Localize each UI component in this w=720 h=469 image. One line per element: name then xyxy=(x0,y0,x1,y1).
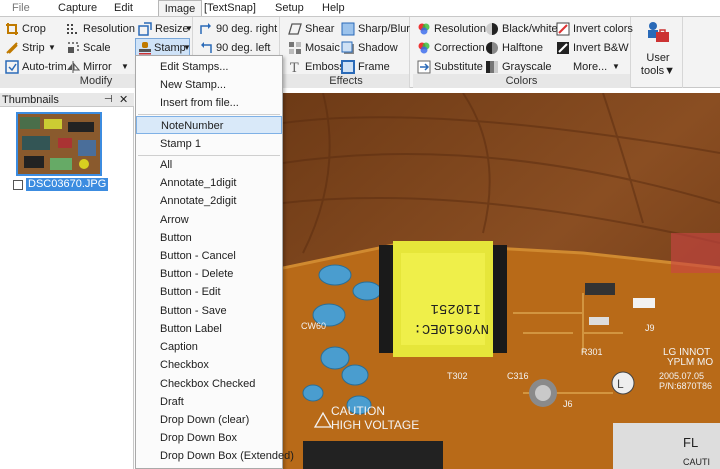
stamp-item[interactable]: Button - Edit xyxy=(136,283,282,301)
toolbox-icon xyxy=(648,22,669,42)
date-code: 2005.07.05 xyxy=(659,371,704,381)
sharp-blur-icon xyxy=(341,22,355,36)
stamp-icon xyxy=(139,42,151,55)
invert-bw-icon xyxy=(557,42,569,54)
auto-trim-icon xyxy=(5,60,19,74)
colors-group: Resolution Black/white Invert colors Cor… xyxy=(413,17,633,88)
stamp-item[interactable]: Button xyxy=(136,229,282,247)
stamp-item[interactable]: Annotate_2digit xyxy=(136,192,282,210)
resolution-icon xyxy=(67,24,77,34)
transformer-label-1: I10251 xyxy=(431,300,481,316)
stamp-item[interactable]: Arrow xyxy=(136,211,282,229)
stamp-item[interactable]: Draft xyxy=(136,393,282,411)
high-voltage-label: HIGH VOLTAGE xyxy=(331,418,419,432)
new-stamp-item[interactable]: New Stamp... xyxy=(136,76,282,94)
color-wheel-icon xyxy=(418,23,430,35)
thumbnail-filename[interactable]: DSC03670.JPG xyxy=(26,178,109,191)
insert-from-file-item[interactable]: Insert from file... xyxy=(136,94,282,112)
lg-label-2: YPLM MO xyxy=(667,357,713,368)
ribbon: Crop Resolution Resize ▼ Strip ▼ Scale Sta… xyxy=(0,16,720,88)
color-correction-icon xyxy=(418,42,430,54)
thumbnails-header: Thumbnails ⊣ ✕ xyxy=(0,93,134,107)
thumbnail-image[interactable] xyxy=(16,112,102,176)
cauti-label: CAUTI xyxy=(683,457,710,467)
tab-image[interactable]: Image xyxy=(158,0,202,16)
colors-group-label: Colors xyxy=(413,74,630,88)
stamp-item[interactable]: Drop Down Box (Extended) xyxy=(136,447,294,465)
user-tools-button[interactable]: User tools▼ xyxy=(633,17,683,88)
ref-j6: J6 xyxy=(563,399,573,409)
stamp-item[interactable]: Checkbox Checked xyxy=(136,375,282,393)
stamp-item-all[interactable]: All xyxy=(136,156,282,174)
user-tools-label: User tools▼ xyxy=(640,52,676,77)
crop-icon xyxy=(6,23,18,35)
tab-file[interactable]: File xyxy=(12,0,30,16)
frame-icon xyxy=(341,60,355,74)
stamp-dropdown-menu: Edit Stamps... New Stamp... Insert from … xyxy=(135,55,294,469)
rotate-left-icon xyxy=(201,42,212,53)
thumbnail-picture xyxy=(18,114,100,174)
transformer-label-2: NY0610EC: xyxy=(413,320,489,336)
menu-divider xyxy=(138,114,280,115)
svg-text:L: L xyxy=(617,377,624,391)
stamp-item[interactable]: Checkbox xyxy=(136,356,282,374)
caution-label: CAUTION xyxy=(331,404,385,418)
ref-r301: R301 xyxy=(581,347,603,357)
stamp-item[interactable]: Caption xyxy=(136,338,282,356)
stamp-item[interactable]: Button - Save xyxy=(136,302,282,320)
stamp-item[interactable]: Drop Down Box xyxy=(136,429,282,447)
black-white-icon xyxy=(486,23,498,35)
ref-c316: C316 xyxy=(507,371,529,381)
tab-capture[interactable]: Capture xyxy=(58,0,97,16)
image-canvas[interactable]: I10251 NY0610EC: L CW60 T302 C316 J6 J9 … xyxy=(283,93,720,469)
stamp-item[interactable]: Annotate_1digit xyxy=(136,174,282,192)
mirror-icon xyxy=(67,61,80,73)
effects-group: Shear Sharp/Blur Mosaic Shadow T Emboss … xyxy=(283,17,410,88)
part-number: P/N:6870T86 xyxy=(659,381,712,391)
tab-textsnap[interactable]: [TextSnap] xyxy=(204,0,256,16)
close-icon[interactable]: ✕ xyxy=(119,93,128,107)
mosaic-icon xyxy=(289,42,301,54)
tab-setup[interactable]: Setup xyxy=(275,0,304,16)
edit-stamps-item[interactable]: Edit Stamps... xyxy=(136,58,282,76)
stamp-item[interactable]: Drop Down (clear) xyxy=(136,411,282,429)
chevron-down-icon: ▼ xyxy=(185,24,193,33)
effects-group-label: Effects xyxy=(283,74,409,88)
stamp-button[interactable]: Stamp ▼ xyxy=(135,38,191,56)
substitute-icon xyxy=(417,60,431,74)
emboss-icon: T xyxy=(290,61,299,74)
thumbnail-checkbox[interactable] xyxy=(13,180,23,190)
chevron-down-icon: ▼ xyxy=(48,43,56,52)
resize-icon xyxy=(138,22,152,36)
svg-text:T: T xyxy=(290,61,299,74)
circuit-board-photo: I10251 NY0610EC: L CW60 T302 C316 J6 J9 … xyxy=(283,93,720,469)
stamp-item[interactable]: Button Label xyxy=(136,320,282,338)
ref-t302: T302 xyxy=(447,371,468,381)
stamp-item-notenumber[interactable]: NoteNumber xyxy=(136,116,282,134)
grayscale-icon xyxy=(486,61,498,73)
halftone-icon xyxy=(486,42,498,54)
shadow-icon xyxy=(341,41,354,54)
menu-bar: File Capture Edit Image [TextSnap] Setup… xyxy=(0,0,720,16)
scale-icon xyxy=(68,42,79,53)
ref-j9: J9 xyxy=(645,323,655,333)
fl-label: FL xyxy=(683,435,698,450)
stamp-item[interactable]: Button - Delete xyxy=(136,265,282,283)
ref-cw60: CW60 xyxy=(301,321,326,331)
shear-icon xyxy=(288,23,302,35)
tab-edit[interactable]: Edit xyxy=(114,0,133,16)
rotate-right-icon xyxy=(200,23,211,34)
stamp-item-stamp-1[interactable]: Stamp 1 xyxy=(136,135,282,153)
stamp-item[interactable]: Button - Cancel xyxy=(136,247,282,265)
pin-icon[interactable]: ⊣ xyxy=(104,93,113,107)
invert-colors-icon xyxy=(556,22,570,36)
chevron-down-icon: ▼ xyxy=(664,65,676,77)
strip-icon xyxy=(6,42,18,54)
tab-help[interactable]: Help xyxy=(322,0,345,16)
